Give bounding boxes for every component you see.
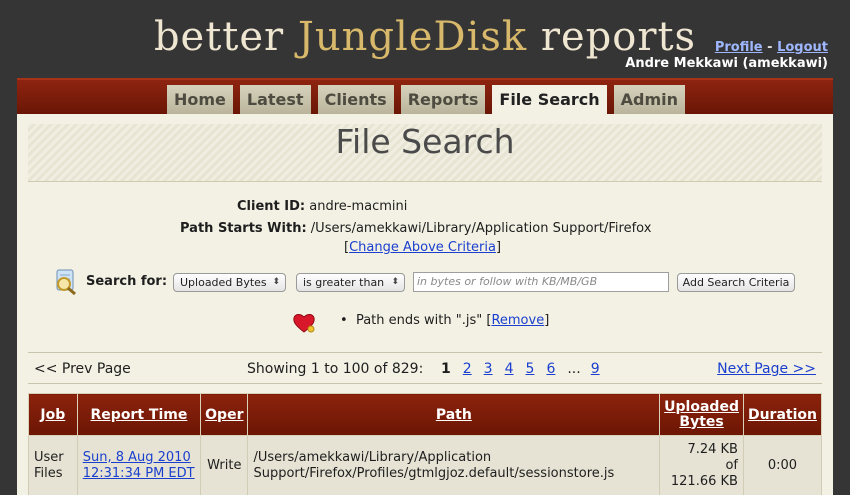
cell-uploaded: 7.24 KB of 121.66 KB [659,435,744,495]
user-name: Andre Mekkawi (amekkawi) [625,56,828,71]
path-value: /Users/amekkawi/Library/Application Supp… [310,221,652,236]
page-title: File Search [335,122,515,161]
next-page-link[interactable]: Next Page >> [717,361,816,377]
page-link[interactable]: 5 [526,361,535,377]
client-id-row: Client ID: andre-macmini [237,199,407,214]
page-current: 1 [441,361,451,377]
tab-reports[interactable]: Reports [400,85,486,115]
remove-criteria-link[interactable]: Remove [491,313,544,328]
path-label: Path Starts With: [180,221,307,236]
page-link[interactable]: 2 [463,361,472,377]
client-id-value: andre-macmini [309,199,408,214]
change-criteria-row: [Change Above Criteria] [344,240,501,255]
page-link[interactable]: 3 [484,361,493,377]
nav-tabs: Home Latest Clients Reports File Search … [167,85,692,115]
col-duration[interactable]: Duration [742,393,823,436]
add-search-criteria-button[interactable]: Add Search Criteria [677,273,795,292]
col-job[interactable]: Job [28,393,78,436]
uploaded-amount: 7.24 KB [687,441,738,457]
cell-duration: 0:00 [742,435,823,495]
search-for-label: Search for: [86,274,168,289]
change-criteria-link[interactable]: Change Above Criteria [349,240,496,255]
select-arrows-icon: ⬍ [391,277,399,287]
col-path[interactable]: Path [247,393,661,436]
cell-job: User Files [28,435,78,495]
report-time-link-date[interactable]: Sun, 8 Aug 2010 [83,450,195,466]
table-row: User Files Sun, 8 Aug 2010 12:31:34 PM E… [28,435,823,495]
site-title-brand: JungleDisk [297,14,528,60]
bracket-close: ] [544,313,550,328]
cell-report-time: Sun, 8 Aug 2010 12:31:34 PM EDT [76,435,202,495]
operator-select[interactable]: is greater than ⬍ [296,273,405,292]
uploaded-total: 121.66 KB [670,473,738,489]
magnifier-search-icon [56,269,76,296]
report-time-link-time[interactable]: 12:31:34 PM EDT [83,466,195,482]
col-oper[interactable]: Oper [200,393,249,436]
client-id-label: Client ID: [237,199,306,214]
user-box: Profile - Logout Andre Mekkawi (amekkawi… [625,40,828,72]
col-report-time[interactable]: Report Time [76,393,202,436]
page-links: 1 2 3 4 5 6 ... 9 [441,361,612,377]
tab-clients[interactable]: Clients [317,85,394,115]
site-title-prefix: better [153,14,298,60]
field-select[interactable]: Uploaded Bytes ⬍ [173,273,286,292]
pager: << Prev Page Showing 1 to 100 of 829: 1 … [28,352,822,384]
profile-link[interactable]: Profile [715,40,763,55]
path-row: Path Starts With: /Users/amekkawi/Librar… [180,221,651,236]
page-link-last[interactable]: 9 [591,361,600,377]
cell-path: /Users/amekkawi/Library/Application Supp… [247,435,661,495]
uploaded-of: of [725,457,738,473]
bracket-close: ] [495,240,502,255]
search-value-input[interactable]: in bytes or follow with KB/MB/GB [413,272,669,292]
select-arrows-icon: ⬍ [272,277,280,287]
header-separator: - [767,40,773,55]
operator-select-value: is greater than [303,276,385,289]
table-header-row: Job Report Time Oper Path Uploaded Bytes… [28,393,823,436]
logout-link[interactable]: Logout [777,40,828,55]
prev-page-link[interactable]: << Prev Page [34,361,131,377]
results-table: Job Report Time Oper Path Uploaded Bytes… [28,393,823,495]
showing-count: Showing 1 to 100 of 829: [247,361,424,377]
tab-admin[interactable]: Admin [613,85,686,115]
criteria-text: Path ends with ".js" [355,313,483,328]
criteria-item: • Path ends with ".js" [Remove] [340,313,549,328]
heart-icon [293,314,315,333]
col-uploaded-bytes[interactable]: Uploaded Bytes [659,393,744,436]
tab-latest[interactable]: Latest [239,85,311,115]
page-ellipsis: ... [567,361,581,377]
cell-oper: Write [200,435,249,495]
page-link[interactable]: 6 [546,361,555,377]
tab-file-search[interactable]: File Search [492,85,607,115]
field-select-value: Uploaded Bytes [180,276,267,289]
page-link[interactable]: 4 [505,361,514,377]
criteria-bullet: • [340,313,348,328]
tab-home[interactable]: Home [167,85,233,115]
